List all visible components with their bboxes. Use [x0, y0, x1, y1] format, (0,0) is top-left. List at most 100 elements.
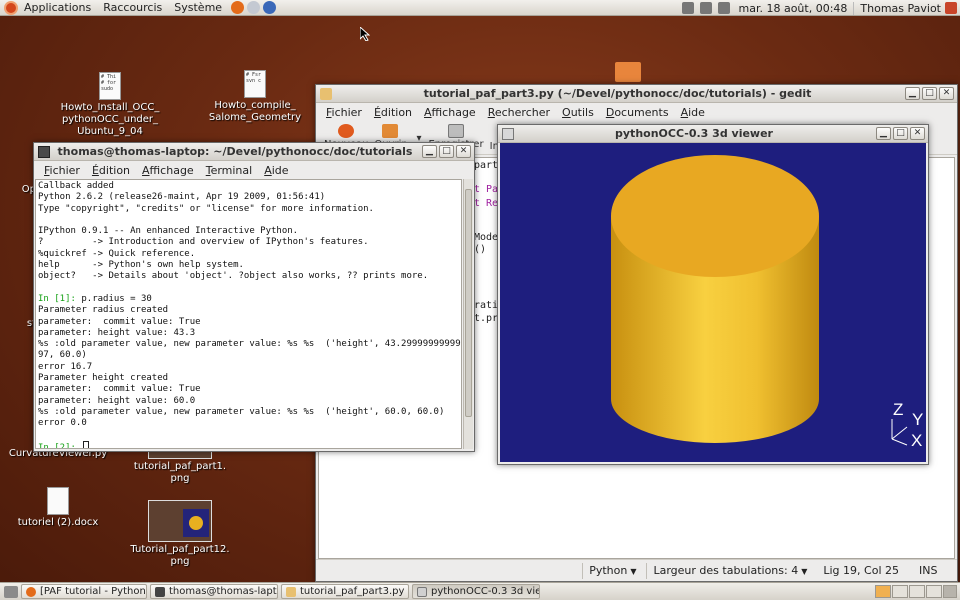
- viewer-titlebar[interactable]: pythonOCC-0.3 3d viewer ▁ □ ✕: [498, 125, 928, 143]
- z-axis-label: Z: [893, 400, 903, 419]
- terminal-line: %s :old parameter value, new parameter v…: [38, 406, 445, 417]
- menu-edit[interactable]: Édition: [368, 106, 418, 119]
- terminal-titlebar[interactable]: thomas@thomas-laptop: ~/Devel/pythonocc/…: [34, 143, 474, 161]
- terminal-line: object? -> Details about 'object'. ?obje…: [38, 271, 429, 282]
- viewer-window: pythonOCC-0.3 3d viewer ▁ □ ✕ Z Y X: [497, 124, 929, 465]
- terminal-line: parameter: commit value: True: [38, 316, 201, 327]
- gedit-icon: [286, 586, 296, 597]
- task-button-firefox[interactable]: [PAF tutorial - Python...: [21, 584, 147, 599]
- desktop-icon-label: Howto_Install_OCC_ pythonOCC_under_ Ubun…: [60, 102, 160, 137]
- menu-file[interactable]: Fichier: [38, 164, 86, 177]
- text-file-icon: # Fsr svn c: [244, 70, 266, 98]
- terminal-menubar: Fichier Édition Affichage Terminal Aide: [34, 161, 474, 179]
- task-button-terminal[interactable]: thomas@thomas-lapt...: [150, 584, 278, 599]
- scrollbar-thumb[interactable]: [465, 189, 472, 417]
- desktop-icon-howto-compile[interactable]: # Fsr svn c Howto_compile_ Salome_Geomet…: [205, 70, 305, 124]
- maximize-button[interactable]: □: [922, 87, 937, 100]
- menu-applications[interactable]: Applications: [18, 1, 97, 14]
- viewer-app-icon: [502, 127, 514, 140]
- menu-shortcuts[interactable]: Raccourcis: [97, 1, 168, 14]
- menu-terminal[interactable]: Terminal: [200, 164, 259, 177]
- menu-view[interactable]: Affichage: [136, 164, 200, 177]
- mouse-pointer-icon: [360, 27, 370, 41]
- network-signal-icon[interactable]: [699, 2, 712, 14]
- language-selector[interactable]: Python ▼: [582, 562, 642, 579]
- help-icon[interactable]: [263, 1, 277, 14]
- desktop-icon-partial-op[interactable]: Op: [0, 184, 36, 196]
- document-file-icon: [47, 487, 69, 515]
- minimize-button[interactable]: ▁: [876, 127, 891, 140]
- desktop-icon-folder[interactable]: [578, 62, 678, 82]
- workspace-4[interactable]: [926, 585, 942, 598]
- gedit-titlebar[interactable]: tutorial_paf_part3.py (~/Devel/pythonocc…: [316, 85, 957, 103]
- terminal-line: Parameter height created: [38, 373, 169, 384]
- cursor-position: Lig 19, Col 25: [823, 564, 899, 577]
- menu-file[interactable]: Fichier: [320, 106, 368, 119]
- workspace-3[interactable]: [909, 585, 925, 598]
- 3d-viewport[interactable]: Z Y X: [500, 143, 926, 462]
- mail-icon[interactable]: [247, 1, 261, 14]
- trash-icon[interactable]: [943, 585, 957, 598]
- maximize-button[interactable]: □: [439, 145, 454, 158]
- maximize-button[interactable]: □: [893, 127, 908, 140]
- tab-width-label: Largeur des tabulations: 4: [653, 563, 799, 577]
- text-file-icon: # Thi # for sudo: [99, 72, 121, 100]
- menu-tools[interactable]: Outils: [556, 106, 600, 119]
- minimize-button[interactable]: ▁: [905, 87, 920, 100]
- gedit-statusbar: Python ▼ Largeur des tabulations: 4 ▼ Lig …: [316, 559, 957, 581]
- code-line: Mode: [474, 232, 499, 243]
- close-button[interactable]: ✕: [939, 87, 954, 100]
- image-thumbnail-icon: [148, 500, 212, 542]
- menu-search[interactable]: Rechercher: [482, 106, 556, 119]
- power-icon[interactable]: [945, 2, 957, 14]
- close-button[interactable]: ✕: [456, 145, 471, 158]
- terminal-line: parameter: height value: 43.3: [38, 327, 196, 338]
- notes-icon[interactable]: [681, 2, 694, 14]
- insert-mode: INS: [919, 564, 938, 577]
- cylinder-render: Z Y X: [611, 155, 923, 450]
- menu-help[interactable]: Aide: [675, 106, 711, 119]
- code-line: t Pa: [474, 184, 499, 195]
- task-button-viewer[interactable]: pythonOCC-0.3 3d vie...: [412, 584, 540, 599]
- ubuntu-logo-icon[interactable]: [4, 0, 18, 15]
- desktop-icon-label: Op: [21, 184, 36, 195]
- menu-help[interactable]: Aide: [258, 164, 294, 177]
- volume-icon[interactable]: [717, 2, 730, 14]
- show-desktop-icon[interactable]: [4, 585, 18, 598]
- menu-edit[interactable]: Édition: [86, 164, 136, 177]
- desktop-icon-label: st: [26, 318, 36, 329]
- terminal-line: error 0.0: [38, 418, 87, 429]
- menu-system[interactable]: Système: [168, 1, 228, 14]
- window-title: thomas@thomas-laptop: ~/Devel/pythonocc/…: [57, 145, 413, 158]
- desktop-icon-tutoriel-docx[interactable]: tutoriel (2).docx: [8, 487, 108, 529]
- menu-view[interactable]: Affichage: [418, 106, 482, 119]
- task-label: thomas@thomas-lapt...: [169, 586, 278, 597]
- open-recent-dropdown[interactable]: ▾: [412, 121, 426, 144]
- task-button-gedit[interactable]: tutorial_paf_part3.py ...: [281, 584, 409, 599]
- terminal-output[interactable]: Callback added Python 2.6.2 (release26-ma…: [35, 179, 462, 449]
- menu-documents[interactable]: Documents: [600, 106, 675, 119]
- desktop-icon-label: Howto_compile_ Salome_Geometry: [208, 100, 302, 123]
- window-title: tutorial_paf_part3.py (~/Devel/pythonocc…: [423, 87, 812, 100]
- terminal-line: IPython 0.9.1 -- An enhanced Interactive…: [38, 226, 299, 237]
- terminal-scrollbar[interactable]: [463, 179, 473, 449]
- desktop-icon-label: Tutorial_paf_part12. png: [130, 544, 230, 567]
- bottom-panel: [PAF tutorial - Python... thomas@thomas-…: [0, 582, 960, 600]
- minimize-button[interactable]: ▁: [422, 145, 437, 158]
- text-cursor: [83, 440, 90, 448]
- close-button[interactable]: ✕: [910, 127, 925, 140]
- user-switcher[interactable]: Thomas Paviot: [853, 1, 945, 15]
- workspace-1[interactable]: [875, 585, 891, 598]
- desktop-icon-howto-install[interactable]: # Thi # for sudo Howto_Install_OCC_ pyth…: [60, 72, 160, 138]
- code-line: (): [474, 244, 487, 255]
- workspace-2[interactable]: [892, 585, 908, 598]
- firefox-icon[interactable]: [231, 1, 245, 14]
- desktop-icon-tutorial-part12[interactable]: Tutorial_paf_part12. png: [130, 500, 230, 568]
- terminal-line: help -> Python's own help system.: [38, 260, 244, 271]
- language-label: Python: [589, 563, 628, 577]
- folder-icon: [615, 62, 641, 82]
- desktop-icon-partial-st[interactable]: st: [0, 318, 36, 330]
- clock[interactable]: mar. 18 août, 00:48: [733, 2, 854, 15]
- tab-width-selector[interactable]: Largeur des tabulations: 4 ▼: [646, 562, 813, 579]
